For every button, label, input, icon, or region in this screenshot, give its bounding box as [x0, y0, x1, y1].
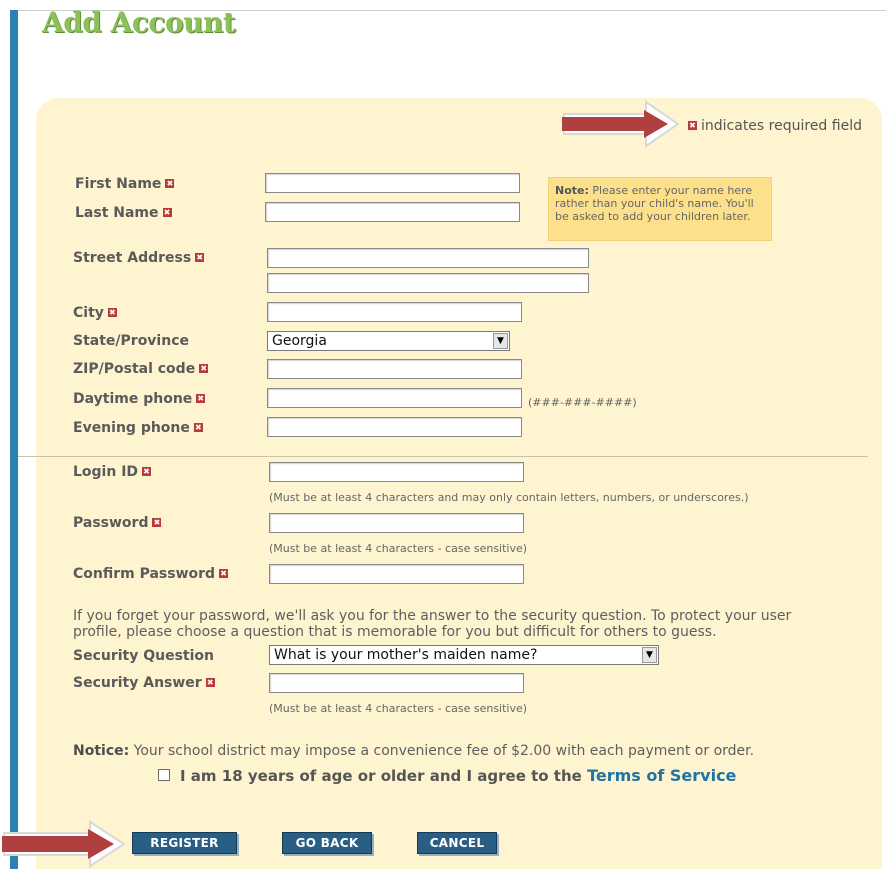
- city-label: City ✖: [73, 305, 117, 321]
- agreement-text: I am 18 years of age or older and I agre…: [180, 767, 582, 785]
- daytime-phone-input[interactable]: [267, 388, 522, 408]
- login-id-hint: (Must be at least 4 characters and may o…: [269, 491, 749, 504]
- required-x-icon: ✖: [152, 518, 162, 527]
- annotation-arrow-icon: [2, 820, 126, 868]
- zip-label-text: ZIP/Postal code: [73, 361, 196, 377]
- last-name-label-text: Last Name: [75, 205, 159, 221]
- first-name-label-text: First Name: [75, 176, 162, 192]
- security-answer-label: Security Answer ✖: [73, 675, 215, 691]
- password-label-text: Password: [73, 515, 149, 531]
- phone-format-hint: (###-###-####): [528, 396, 637, 409]
- required-x-icon: ✖: [162, 208, 172, 217]
- street-address-label-text: Street Address: [73, 250, 192, 266]
- login-id-label-text: Login ID: [73, 464, 139, 480]
- confirm-password-label: Confirm Password ✖: [73, 566, 229, 582]
- password-label: Password ✖: [73, 515, 162, 531]
- state-select[interactable]: Georgia ▼: [267, 331, 510, 351]
- legend-text: indicates required field: [701, 118, 862, 134]
- notice-label: Notice:: [73, 743, 130, 759]
- state-select-value: Georgia: [272, 333, 327, 349]
- confirm-password-input[interactable]: [269, 564, 524, 584]
- evening-phone-label-text: Evening phone: [73, 420, 190, 436]
- security-question-label: Security Question: [73, 648, 215, 664]
- zip-input[interactable]: [267, 359, 522, 379]
- city-input[interactable]: [267, 302, 522, 322]
- required-field-legend: ✖ indicates required field: [688, 118, 862, 134]
- daytime-phone-label: Daytime phone ✖: [73, 391, 206, 407]
- evening-phone-label: Evening phone ✖: [73, 420, 203, 436]
- last-name-input[interactable]: [265, 202, 520, 222]
- cancel-button[interactable]: CANCEL: [417, 832, 497, 854]
- annotation-arrow-icon: [562, 100, 680, 148]
- note-box: Note: Please enter your name here rather…: [548, 177, 772, 241]
- note-label: Note:: [555, 184, 589, 197]
- required-x-icon: ✖: [205, 678, 215, 687]
- confirm-password-label-text: Confirm Password: [73, 566, 216, 582]
- first-name-input[interactable]: [265, 173, 520, 193]
- daytime-phone-label-text: Daytime phone: [73, 391, 193, 407]
- street-address-input[interactable]: [267, 248, 589, 268]
- last-name-label: Last Name ✖: [75, 205, 172, 221]
- password-input[interactable]: [269, 513, 524, 533]
- left-accent-bar: [10, 10, 18, 869]
- required-x-icon: ✖: [142, 467, 152, 476]
- street-address-label: Street Address ✖: [73, 250, 205, 266]
- required-x-icon: ✖: [193, 423, 203, 432]
- notice-text: Your school district may impose a conven…: [133, 743, 755, 759]
- terms-checkbox[interactable]: [158, 769, 170, 781]
- state-label: State/Province: [73, 333, 189, 349]
- zip-label: ZIP/Postal code ✖: [73, 361, 209, 377]
- security-explanation: If you forget your password, we'll ask y…: [73, 608, 792, 640]
- security-question-value: What is your mother's maiden name?: [274, 647, 538, 663]
- first-name-label: First Name ✖: [75, 176, 175, 192]
- security-answer-input[interactable]: [269, 673, 524, 693]
- page-title: Add Account: [42, 6, 236, 39]
- required-x-icon: ✖: [195, 253, 205, 262]
- city-label-text: City: [73, 305, 104, 321]
- security-question-select[interactable]: What is your mother's maiden name? ▼: [269, 645, 659, 665]
- register-button[interactable]: REGISTER: [132, 832, 237, 854]
- security-answer-label-text: Security Answer: [73, 675, 202, 691]
- required-x-icon: ✖: [196, 394, 206, 403]
- terms-of-service-link[interactable]: Terms of Service: [587, 766, 736, 785]
- chevron-down-icon[interactable]: ▼: [642, 647, 657, 663]
- required-x-icon: ✖: [688, 121, 697, 130]
- required-x-icon: ✖: [165, 179, 175, 188]
- required-x-icon: ✖: [199, 364, 209, 373]
- chevron-down-icon[interactable]: ▼: [493, 333, 508, 349]
- street-address-line2-input[interactable]: [267, 273, 589, 293]
- required-x-icon: ✖: [107, 308, 117, 317]
- evening-phone-input[interactable]: [267, 417, 522, 437]
- security-answer-hint: (Must be at least 4 characters - case se…: [269, 702, 528, 715]
- login-id-input[interactable]: [269, 462, 524, 482]
- fee-notice: Notice: Your school district may impose …: [73, 743, 754, 759]
- terms-agreement: I am 18 years of age or older and I agre…: [180, 766, 736, 785]
- login-id-label: Login ID ✖: [73, 464, 152, 480]
- required-x-icon: ✖: [219, 569, 229, 578]
- password-hint: (Must be at least 4 characters - case se…: [269, 542, 528, 555]
- section-divider: [18, 456, 868, 457]
- go-back-button[interactable]: GO BACK: [282, 832, 372, 854]
